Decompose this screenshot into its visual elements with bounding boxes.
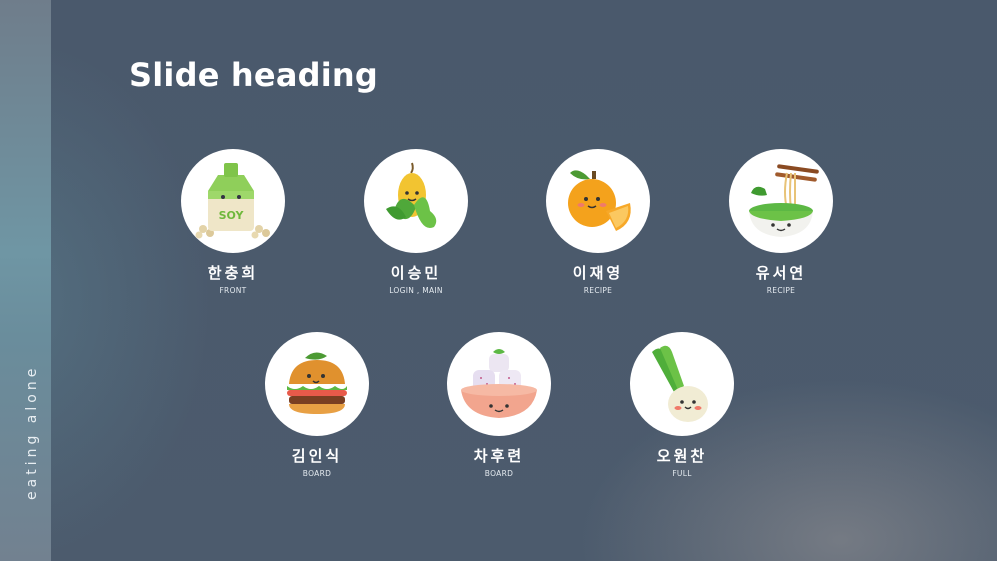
member-card: 차후련 BOARD (429, 332, 569, 478)
member-name: 차후련 (473, 447, 525, 465)
member-role: RECIPE (583, 286, 613, 295)
member-name: 유서연 (755, 264, 807, 282)
member-name: 한충희 (207, 264, 259, 282)
member-name: 김인식 (291, 447, 343, 465)
noodle-bowl-icon (749, 164, 819, 237)
member-role: RECIPE (766, 286, 796, 295)
member-card: SOY 한충희 FRONT (163, 149, 303, 295)
avatar: SOY (181, 149, 285, 253)
member-role: FRONT (219, 286, 247, 295)
burger-icon (287, 352, 347, 414)
member-role: BOARD (302, 469, 332, 478)
member-role: LOGIN , MAIN (389, 286, 443, 295)
member-card: 김인식 BOARD (247, 332, 387, 478)
member-role: FULL (672, 469, 692, 478)
member-card: 오원찬 FULL (612, 332, 752, 478)
side-label: eating alone (24, 364, 40, 500)
avatar (729, 149, 833, 253)
rice-cake-icon (461, 349, 537, 418)
svg-text:SOY: SOY (219, 209, 245, 222)
slide-heading: Slide heading (129, 56, 378, 94)
avatar (630, 332, 734, 436)
member-card: 이재영 RECIPE (528, 149, 668, 295)
member-card: 유서연 RECIPE (711, 149, 851, 295)
soy-milk-icon: SOY (195, 163, 270, 239)
member-name: 오원찬 (656, 447, 708, 465)
avatar (265, 332, 369, 436)
member-role: BOARD (484, 469, 514, 478)
avatar (546, 149, 650, 253)
member-name: 이재영 (572, 264, 624, 282)
avatar (447, 332, 551, 436)
avatar (364, 149, 468, 253)
member-card: 이승민 LOGIN , MAIN (346, 149, 486, 295)
green-onion-icon (652, 345, 708, 422)
member-name: 이승민 (390, 264, 442, 282)
orange-icon (568, 170, 631, 231)
corn-icon (386, 162, 437, 229)
